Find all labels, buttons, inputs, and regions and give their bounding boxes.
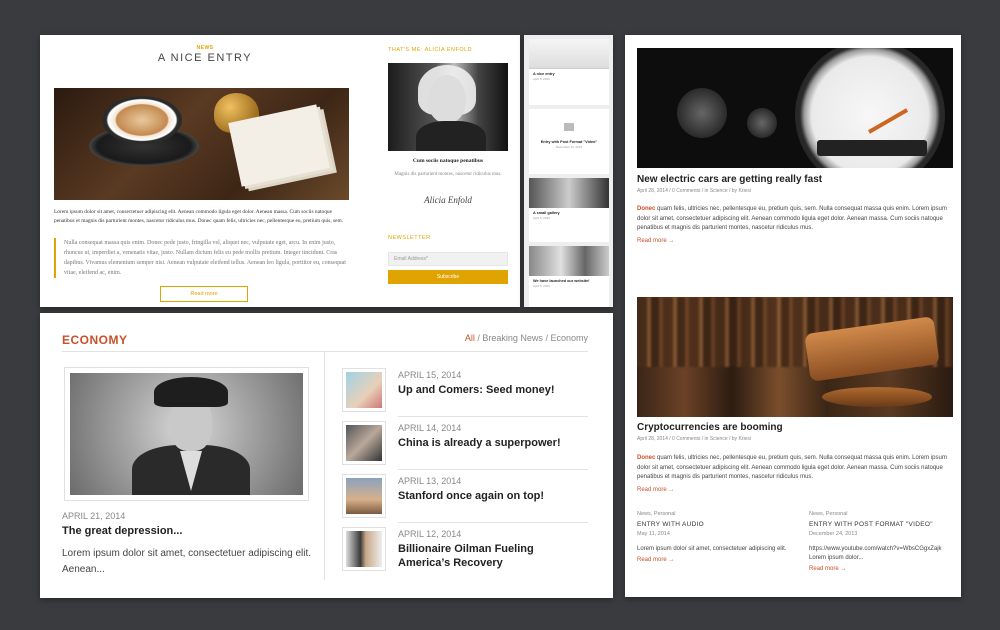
- filter-tabs: All / Breaking News / Economy: [464, 333, 588, 343]
- mobile-card-title[interactable]: We have launched our website!: [529, 276, 609, 284]
- mini-post-body: Lorem ipsum dolor sit amet, consectetuer…: [637, 546, 787, 552]
- author-caption-sub: Magnis dis parturient montes, nascetur r…: [394, 172, 502, 177]
- entry-title[interactable]: A NICE ENTRY: [40, 52, 370, 64]
- post-excerpt: Donec quam felis, ultricies nec, pellent…: [637, 455, 947, 480]
- list-item[interactable]: APRIL 14, 2014 China is already a superp…: [340, 421, 588, 471]
- tab-all[interactable]: All: [465, 333, 475, 343]
- mobile-card-title[interactable]: A nice entry: [529, 69, 609, 77]
- post-meta: April 28, 2014 / 0 Comments / in Science…: [637, 188, 751, 194]
- mini-post-title[interactable]: ENTRY WITH AUDIO: [637, 521, 787, 528]
- post-title[interactable]: New electric cars are getting really fas…: [637, 174, 822, 185]
- blog-entry-panel: NEWS A NICE ENTRY Lorem ipsum dolor sit …: [40, 35, 520, 307]
- mobile-card-thumb: [529, 246, 609, 276]
- feature-image[interactable]: [64, 367, 309, 501]
- item-title[interactable]: Stanford once again on top!: [398, 489, 588, 503]
- mobile-card-thumb: [529, 178, 609, 208]
- mini-post-date: December 24, 2013: [809, 531, 858, 537]
- mobile-card-meta: April 5, 2014: [533, 216, 550, 220]
- mini-post: News, Personal ENTRY WITH POST FORMAT "V…: [809, 511, 959, 572]
- mini-post-title[interactable]: ENTRY WITH POST FORMAT "VIDEO": [809, 521, 959, 528]
- entry-image: [54, 88, 349, 200]
- mini-post-body: https://www.youtube.com/watch?v=WbsCGgxZ…: [809, 546, 942, 561]
- read-more-button[interactable]: Read more: [160, 286, 248, 302]
- mobile-card-meta: April 5, 2014: [533, 284, 550, 288]
- feature-date: APRIL 21, 2014: [62, 511, 126, 521]
- post-image-gavel[interactable]: [637, 297, 953, 417]
- tab-breaking-news[interactable]: Breaking News: [482, 333, 543, 343]
- economy-panel: ECONOMY All / Breaking News / Economy AP…: [40, 313, 613, 598]
- author-signature: Alicia Enfold: [424, 195, 472, 205]
- item-thumb[interactable]: [342, 368, 386, 412]
- entry-paragraph: Lorem ipsum dolor sit amet, consectetuer…: [54, 209, 344, 224]
- mobile-card[interactable]: A small gallery April 5, 2014: [529, 178, 609, 242]
- item-date: APRIL 14, 2014: [398, 423, 462, 433]
- mobile-card-meta: April 5, 2014: [533, 77, 550, 81]
- item-title[interactable]: Billionaire Oilman Fueling America’s Rec…: [398, 542, 588, 570]
- feature-title[interactable]: The great depression...: [62, 525, 182, 537]
- author-caption: Cum sociis natoque penatibus: [412, 158, 484, 164]
- item-title[interactable]: China is already a superpower!: [398, 436, 588, 450]
- mini-post-category[interactable]: News, Personal: [809, 511, 959, 517]
- mobile-card-meta: December 24, 2013: [555, 145, 583, 149]
- read-more-link[interactable]: Read more →: [637, 487, 674, 493]
- mini-post: News, Personal ENTRY WITH AUDIO May 11, …: [637, 511, 787, 563]
- read-more-link[interactable]: Read more →: [637, 238, 674, 244]
- read-more-link[interactable]: Read more →: [637, 557, 787, 563]
- item-thumb[interactable]: [342, 474, 386, 518]
- mini-post-category[interactable]: News, Personal: [637, 511, 787, 517]
- author-photo: [388, 63, 508, 151]
- read-more-link[interactable]: Read more →: [809, 566, 959, 572]
- item-date: APRIL 13, 2014: [398, 476, 462, 486]
- mobile-card[interactable]: A nice entry April 5, 2014: [529, 39, 609, 105]
- mobile-card[interactable]: We have launched our website! April 5, 2…: [529, 246, 609, 307]
- item-date: APRIL 12, 2014: [398, 529, 462, 539]
- item-thumb[interactable]: [342, 527, 386, 571]
- list-item[interactable]: APRIL 12, 2014 Billionaire Oilman Fuelin…: [340, 527, 588, 577]
- entry-blockquote: Nulla consequat massa quis enim. Donec p…: [54, 238, 349, 278]
- mobile-card-title[interactable]: A small gallery: [529, 208, 609, 216]
- video-icon: [564, 123, 574, 131]
- post-title[interactable]: Cryptocurrencies are booming: [637, 422, 783, 433]
- item-thumb[interactable]: [342, 421, 386, 465]
- mobile-card-thumb: [529, 39, 609, 69]
- post-lead: Donec: [637, 206, 656, 212]
- post-lead: Donec: [637, 455, 656, 461]
- mobile-preview-panel: A nice entry April 5, 2014 Entry with Po…: [524, 35, 613, 307]
- post-meta: April 28, 2014 / 0 Comments / in Science…: [637, 436, 751, 442]
- post-excerpt: Donec quam felis, ultricies nec, pellent…: [637, 206, 947, 231]
- email-field[interactable]: Email Address*: [388, 252, 508, 266]
- item-date: APRIL 15, 2014: [398, 370, 462, 380]
- list-item[interactable]: APRIL 15, 2014 Up and Comers: Seed money…: [340, 368, 588, 418]
- item-title[interactable]: Up and Comers: Seed money!: [398, 383, 588, 397]
- feature-excerpt: Lorem ipsum dolor sit amet, consectetuer…: [62, 548, 312, 575]
- post-image-car[interactable]: [637, 48, 953, 168]
- mobile-card[interactable]: Entry with Post Format "Video" December …: [529, 109, 609, 174]
- blog-list-panel: New electric cars are getting really fas…: [625, 35, 961, 597]
- subscribe-button[interactable]: Subscribe: [388, 270, 508, 284]
- section-heading: ECONOMY: [62, 333, 128, 347]
- tab-economy[interactable]: Economy: [550, 333, 588, 343]
- newsletter-title: NEWSLETTER: [388, 235, 431, 241]
- sidebar-about-title: THAT'S ME: ALICIA ENFOLD: [388, 47, 473, 53]
- entry-category[interactable]: NEWS: [40, 45, 370, 51]
- mobile-card-title[interactable]: Entry with Post Format "Video": [529, 137, 609, 145]
- mini-post-date: May 11, 2014: [637, 531, 670, 537]
- list-item[interactable]: APRIL 13, 2014 Stanford once again on to…: [340, 474, 588, 524]
